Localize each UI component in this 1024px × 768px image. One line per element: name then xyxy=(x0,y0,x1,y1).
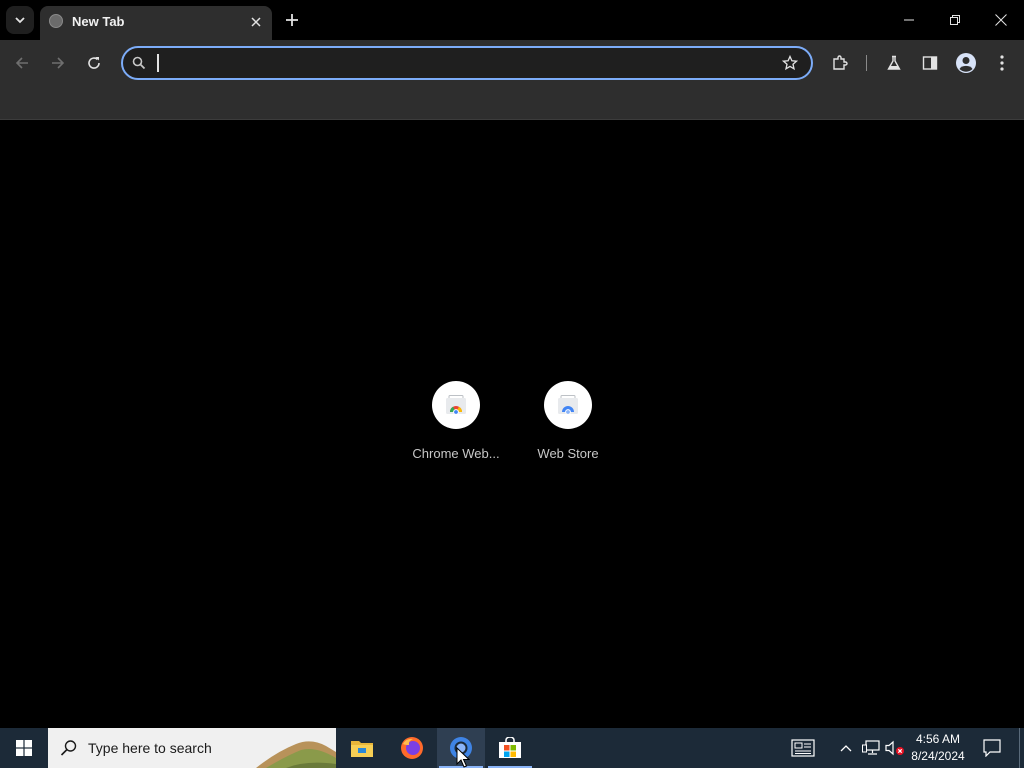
text-caret xyxy=(157,54,159,72)
shortcut-icon-circle xyxy=(544,381,592,429)
search-icon xyxy=(60,740,77,756)
search-highlight-illustration xyxy=(256,741,336,768)
profile-icon xyxy=(956,53,976,73)
menu-icon xyxy=(1000,55,1004,71)
extensions-button[interactable] xyxy=(826,49,854,77)
shortcut-tile[interactable]: Chrome Web... xyxy=(400,381,512,471)
news-button[interactable] xyxy=(786,728,820,768)
network-icon xyxy=(862,740,880,755)
restore-button[interactable] xyxy=(932,0,978,40)
taskbar-firefox[interactable] xyxy=(388,728,436,768)
firefox-icon xyxy=(401,737,423,759)
web-store-icon xyxy=(558,395,578,415)
globe-icon xyxy=(49,14,63,28)
action-center-button[interactable] xyxy=(978,728,1006,768)
clock-time: 4:56 AM xyxy=(915,732,961,746)
shortcut-icon-circle xyxy=(432,381,480,429)
forward-icon xyxy=(52,57,65,69)
minimize-button[interactable] xyxy=(886,0,932,40)
star-icon[interactable] xyxy=(782,55,798,71)
minimize-icon xyxy=(904,19,914,21)
file-explorer-icon xyxy=(351,741,373,757)
close-icon xyxy=(251,17,261,27)
menu-button[interactable] xyxy=(988,49,1016,77)
toolbar-separator xyxy=(866,55,867,71)
toolbar xyxy=(0,40,1024,86)
chrome-web-store-icon xyxy=(446,395,466,415)
store-icon xyxy=(499,737,521,758)
shortcut-label: Chrome Web... xyxy=(412,446,500,461)
address-input[interactable] xyxy=(155,53,755,73)
news-icon xyxy=(791,739,815,757)
forward-button[interactable] xyxy=(44,49,72,77)
back-icon xyxy=(15,57,28,69)
taskbar-file-explorer[interactable] xyxy=(338,728,386,768)
show-hidden-icons-button[interactable] xyxy=(838,728,854,768)
close-icon xyxy=(995,14,1007,26)
tab-search-button[interactable] xyxy=(6,6,34,34)
new-tab-button[interactable] xyxy=(281,9,303,31)
address-bar[interactable] xyxy=(121,46,813,80)
show-desktop-divider[interactable] xyxy=(1019,728,1020,768)
taskbar-store[interactable] xyxy=(486,728,534,768)
bookmarks-bar xyxy=(0,86,1024,120)
taskbar-search-placeholder: Type here to search xyxy=(88,740,212,756)
taskbar: Type here to search 4:56 AM 8/24/2024 xyxy=(0,728,1024,768)
windows-logo-icon xyxy=(16,740,32,756)
notification-icon xyxy=(983,739,1001,757)
plus-icon xyxy=(286,14,298,26)
taskbar-search-box[interactable]: Type here to search xyxy=(48,728,336,768)
labs-icon xyxy=(887,55,901,70)
shortcut-label: Web Store xyxy=(537,446,599,461)
start-button[interactable] xyxy=(0,728,48,768)
back-button[interactable] xyxy=(8,49,36,77)
reload-button[interactable] xyxy=(80,49,108,77)
reload-icon xyxy=(88,57,100,69)
shortcut-tile[interactable]: Web Store xyxy=(512,381,624,471)
title-bar: New Tab xyxy=(0,0,1024,40)
side-panel-button[interactable] xyxy=(916,49,944,77)
tab-new-tab[interactable]: New Tab xyxy=(40,6,272,40)
network-button[interactable] xyxy=(860,728,882,768)
labs-button[interactable] xyxy=(880,49,908,77)
extensions-icon xyxy=(833,55,848,70)
mouse-cursor-icon xyxy=(456,747,470,768)
profile-button[interactable] xyxy=(952,49,980,77)
tab-title: New Tab xyxy=(72,14,125,29)
side-panel-icon xyxy=(922,56,938,70)
chevron-up-icon xyxy=(840,745,852,752)
new-tab-page: Chrome Web... Web Store xyxy=(0,120,1024,728)
system-clock[interactable]: 4:56 AM 8/24/2024 xyxy=(900,731,976,765)
tab-search-icon xyxy=(15,17,25,24)
clock-date: 8/24/2024 xyxy=(911,749,965,763)
search-icon xyxy=(132,56,146,70)
restore-icon xyxy=(950,15,960,25)
tab-close-button[interactable] xyxy=(246,12,266,32)
close-window-button[interactable] xyxy=(978,0,1024,40)
